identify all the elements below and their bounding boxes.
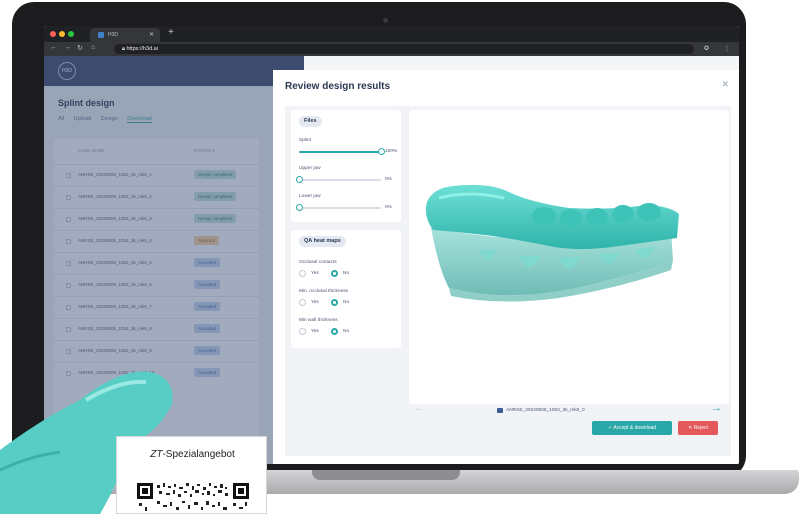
heatmap-label: Min wall thickness xyxy=(299,318,338,323)
yes-radio[interactable] xyxy=(299,299,306,306)
promo-label: ZT-Spezialangebot xyxy=(150,449,235,460)
next-file-arrow-icon[interactable]: → xyxy=(711,402,722,414)
menu-icon[interactable]: ⋮ xyxy=(724,45,730,52)
3d-viewer[interactable] xyxy=(409,110,729,404)
webcam xyxy=(383,18,388,23)
accept-download-button[interactable]: ✓ Accept & download xyxy=(592,421,672,435)
no-label: No xyxy=(343,300,350,305)
new-tab-icon[interactable]: + xyxy=(168,27,174,38)
opacity-slider[interactable] xyxy=(296,204,381,211)
qr-code-icon xyxy=(137,483,249,511)
address-bar[interactable]: 🔒︎ https://h3d.ai xyxy=(114,44,694,54)
photo-scene: H3D ✕ + ← → ↻ ⌂ 🔒︎ https://h3d.ai ✪ ⋮ H3… xyxy=(0,0,799,514)
reload-icon[interactable]: ↻ xyxy=(77,44,83,52)
files-card: Files Splint 100% Upper jaw 0% Lower jaw 0% xyxy=(291,110,401,222)
slider-handle[interactable] xyxy=(296,204,303,211)
heatmap-label: Occlusal contacts xyxy=(299,260,337,265)
laptop-hinge-notch xyxy=(312,470,460,480)
close-window-button[interactable] xyxy=(50,31,56,37)
file-label: Splint xyxy=(299,138,311,143)
browser-tab-bar: H3D ✕ + xyxy=(44,26,739,42)
no-label: No xyxy=(343,329,350,334)
back-icon[interactable]: ← xyxy=(50,44,57,51)
promo-qr-card[interactable]: ZT-Spezialangebot xyxy=(116,436,267,514)
file-label: Upper jaw xyxy=(299,166,321,171)
previous-file-arrow-icon[interactable]: ← xyxy=(413,402,424,414)
review-modal: Review design results ✕ Files Splint 100%… xyxy=(273,70,739,464)
close-icon[interactable]: ✕ xyxy=(721,79,729,90)
yes-radio[interactable] xyxy=(299,270,306,277)
yes-label: Yes xyxy=(311,329,319,334)
folder-icon xyxy=(497,408,503,413)
browser-tab[interactable]: H3D ✕ xyxy=(90,28,160,42)
heatmaps-header: QA heat maps xyxy=(299,236,346,247)
modal-body: Files Splint 100% Upper jaw 0% Lower jaw 0% Q… xyxy=(285,106,731,456)
yes-label: Yes xyxy=(311,271,319,276)
close-tab-icon[interactable]: ✕ xyxy=(149,31,154,38)
yes-radio[interactable] xyxy=(299,328,306,335)
no-radio[interactable] xyxy=(331,270,338,277)
no-radio[interactable] xyxy=(331,328,338,335)
slider-value: 0% xyxy=(385,177,392,182)
minimize-window-button[interactable] xyxy=(59,31,65,37)
slider-value: 100% xyxy=(385,149,398,154)
opacity-slider[interactable] xyxy=(296,176,381,183)
files-header: Files xyxy=(299,116,322,127)
yes-label: Yes xyxy=(311,300,319,305)
current-file-name: ANRSE_20220506_1052_3k_mk6_0 xyxy=(506,408,585,413)
no-label: No xyxy=(343,271,350,276)
modal-title: Review design results xyxy=(285,81,391,92)
opacity-slider[interactable] xyxy=(299,148,385,155)
tab-title: H3D xyxy=(108,32,119,38)
url-text: https://h3d.ai xyxy=(126,46,158,52)
extension-icon[interactable]: ✪ xyxy=(704,45,709,52)
app-header: H3D xyxy=(44,56,304,86)
favicon-icon xyxy=(98,32,104,38)
home-icon[interactable]: ⌂ xyxy=(91,44,95,51)
file-label: Lower jaw xyxy=(299,194,321,199)
slider-value: 0% xyxy=(385,205,392,210)
heatmap-label: Min. occlusal thickness xyxy=(299,289,349,294)
splint-3d-model xyxy=(425,184,679,302)
slider-handle[interactable] xyxy=(378,148,385,155)
reject-button[interactable]: ✕ Reject xyxy=(678,421,718,435)
no-radio[interactable] xyxy=(331,299,338,306)
forward-icon[interactable]: → xyxy=(64,44,71,51)
h3d-logo: H3D xyxy=(58,62,76,80)
address-bar-row: ← → ↻ ⌂ 🔒︎ https://h3d.ai ✪ ⋮ xyxy=(44,42,739,56)
slider-fill xyxy=(299,151,381,153)
maximize-window-button[interactable] xyxy=(68,31,74,37)
slider-handle[interactable] xyxy=(296,176,303,183)
heatmaps-card: QA heat maps Occlusal contacts Yes No Min. … xyxy=(291,230,401,348)
